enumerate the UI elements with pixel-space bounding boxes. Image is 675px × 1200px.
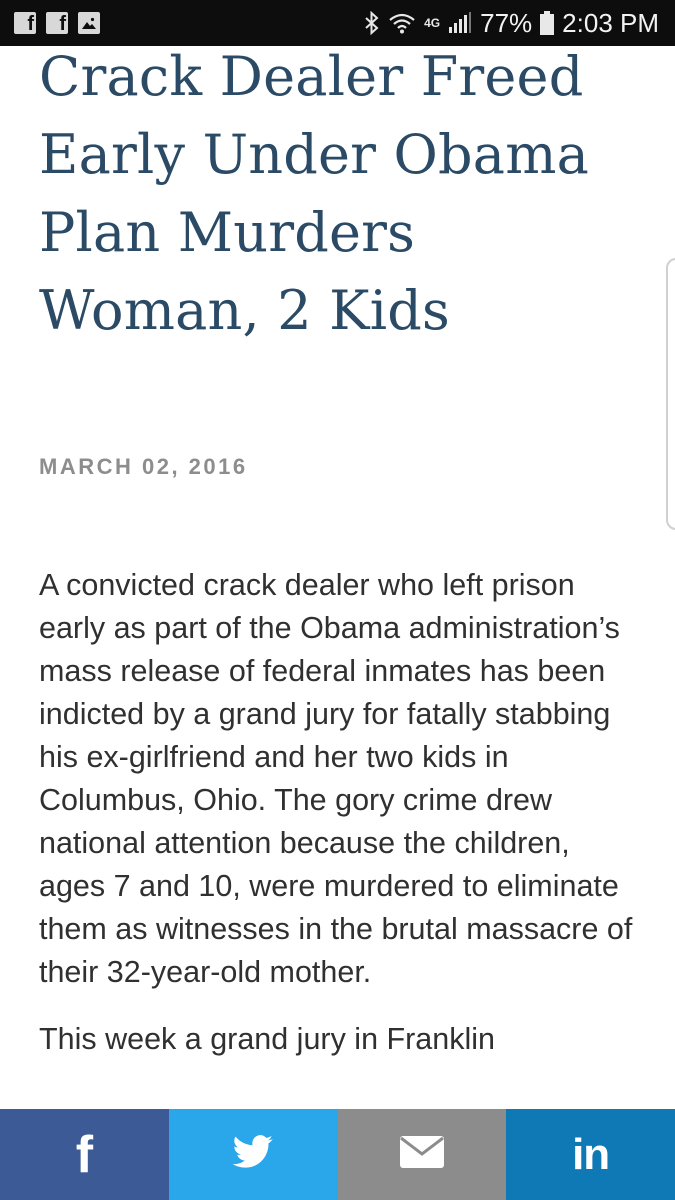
envelope-icon: [399, 1136, 444, 1173]
share-facebook-button[interactable]: f: [0, 1109, 169, 1200]
clock: 2:03 PM: [562, 7, 659, 38]
facebook-icon: f: [75, 1125, 94, 1184]
article-date: MARCH 02, 2016: [39, 454, 248, 479]
wifi-icon: [388, 12, 416, 34]
battery-icon: [540, 11, 555, 35]
linkedin-icon: in: [572, 1129, 610, 1179]
edge-panel-handle[interactable]: [666, 258, 675, 530]
share-bar: f in: [0, 1109, 675, 1200]
network-type-label: 4G: [424, 16, 441, 30]
twitter-icon: [232, 1135, 274, 1174]
share-linkedin-button[interactable]: in: [506, 1109, 675, 1200]
share-email-button[interactable]: [337, 1109, 507, 1200]
network-type: 4G: [424, 17, 440, 29]
share-twitter-button[interactable]: [168, 1109, 338, 1200]
article-paragraph: A convicted crack dealer who left prison…: [39, 568, 633, 989]
facebook-icon: f: [46, 12, 68, 34]
battery-percent: 77%: [480, 7, 533, 38]
signal-strength-icon: [448, 12, 472, 34]
facebook-icon: f: [14, 12, 36, 34]
notification-area: f f: [14, 12, 100, 34]
image-icon: [78, 12, 100, 34]
system-status-area: 4G 77% 2:03 PM: [364, 8, 659, 39]
bluetooth-icon: [364, 11, 380, 35]
article-headline: Crack Dealer Freed Early Under Obama Pla…: [39, 45, 589, 342]
phone-screen: f f 4G 77% 2:03 PM Crack Dealer Freed Ea…: [0, 0, 675, 1200]
article-body: A convicted crack dealer who left prison…: [39, 564, 643, 1085]
article-paragraph: This week a grand jury in Franklin: [39, 1022, 495, 1056]
